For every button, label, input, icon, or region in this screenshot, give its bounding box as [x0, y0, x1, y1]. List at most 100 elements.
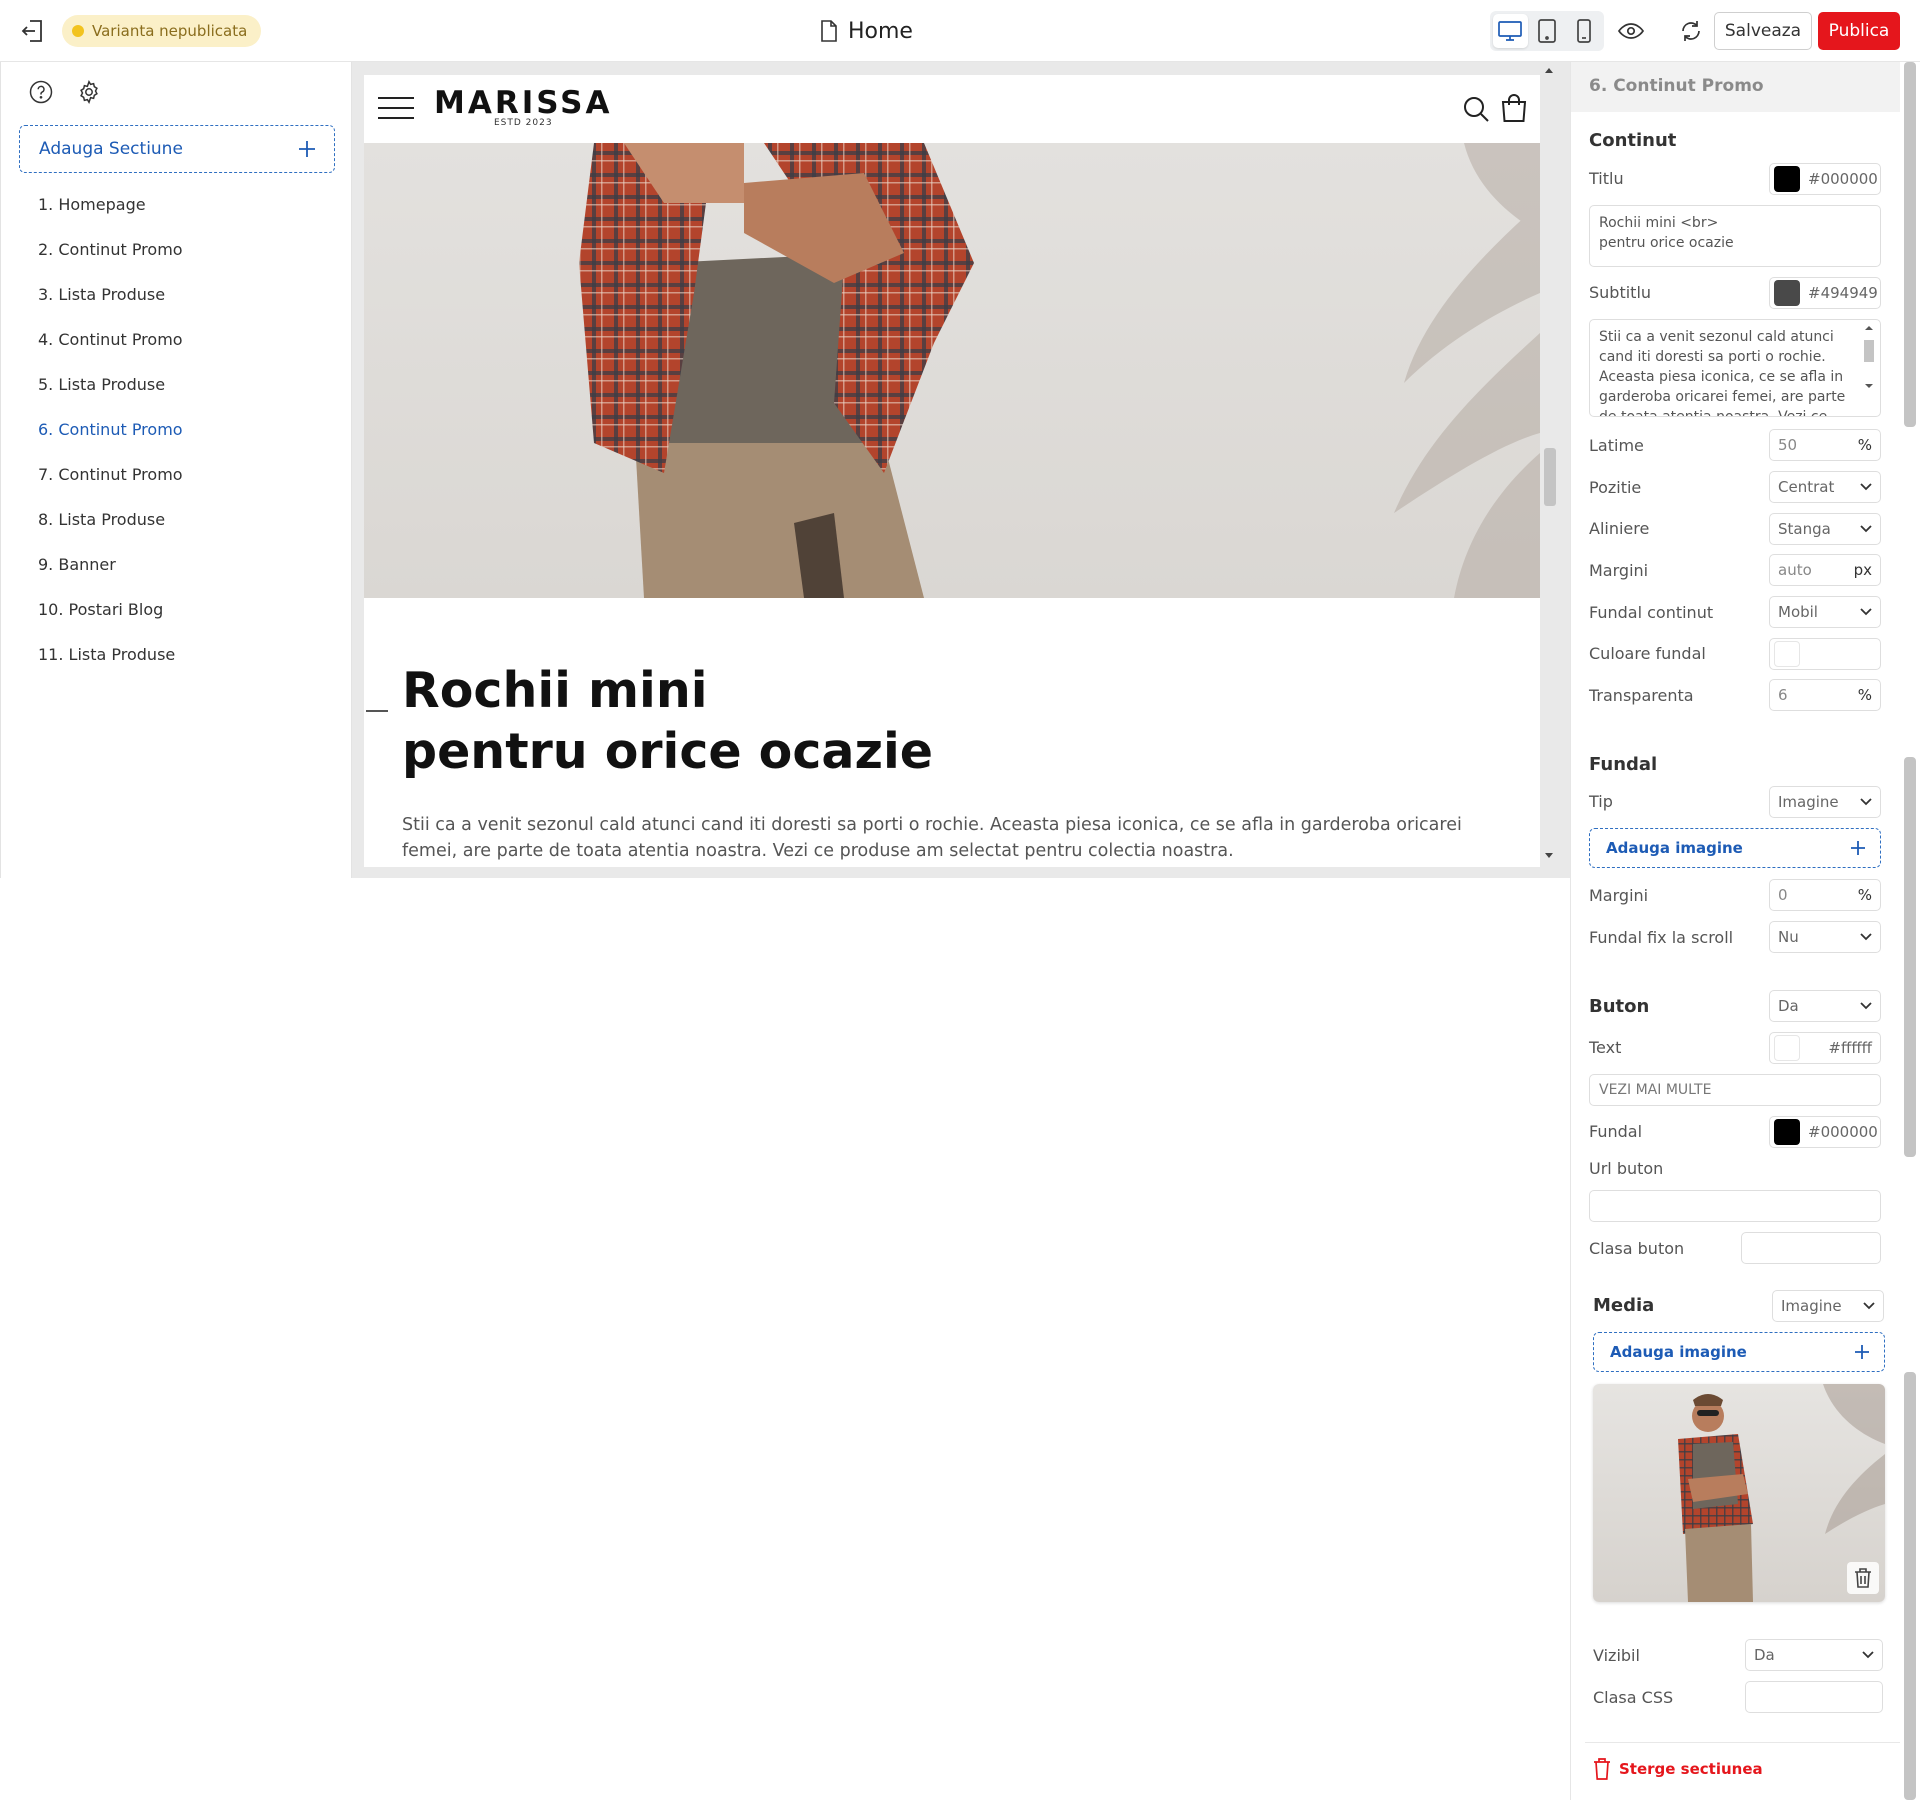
button-bg-color-value: #000000 — [1808, 1123, 1878, 1141]
bg-type-select[interactable]: Imagine — [1769, 786, 1881, 818]
plus-icon — [1851, 841, 1865, 855]
eye-icon — [1618, 23, 1644, 39]
status-badge: Varianta nepublicata — [62, 15, 262, 47]
bg-color-swatch — [1774, 641, 1800, 667]
site-preview[interactable]: MARISSA ESTD 2023 Rochii mini pentru ori… — [364, 75, 1540, 867]
subtitle-textarea-text: Stii ca a venit sezonul cald atunci cand… — [1599, 329, 1846, 417]
site-logo[interactable]: MARISSA ESTD 2023 — [434, 86, 613, 128]
sync-icon — [1682, 21, 1700, 41]
subtitle-textarea[interactable]: Stii ca a venit sezonul cald atunci cand… — [1589, 319, 1881, 417]
button-bg-color-picker[interactable]: #000000 — [1769, 1116, 1881, 1148]
save-button[interactable]: Salveaza — [1714, 12, 1812, 50]
editor-canvas: MARISSA ESTD 2023 Rochii mini pentru ori… — [352, 62, 1570, 878]
preview-button[interactable] — [1614, 14, 1648, 48]
gear-icon[interactable] — [75, 78, 103, 106]
logo-name: MARISSA — [434, 85, 613, 121]
desktop-view-button[interactable] — [1493, 14, 1528, 48]
button-text-input[interactable]: VEZI MAI MULTE — [1589, 1074, 1881, 1106]
status-dot — [72, 25, 84, 37]
visible-select[interactable]: Da — [1745, 1639, 1883, 1671]
panel-scrollbar[interactable] — [1900, 62, 1920, 1800]
margins-input[interactable]: auto px — [1769, 554, 1881, 586]
exit-icon[interactable] — [18, 16, 48, 46]
publish-button[interactable]: Publica — [1818, 12, 1900, 50]
transparency-unit: % — [1857, 686, 1872, 704]
document-icon — [821, 20, 837, 42]
button-enabled-value: Da — [1778, 997, 1799, 1015]
section-item[interactable]: 4. Continut Promo — [38, 317, 183, 362]
scroll-down-icon[interactable] — [1544, 852, 1554, 860]
panel-scroll-thumb[interactable] — [1904, 1372, 1916, 1800]
title-textarea[interactable]: Rochii mini <br> pentru orice ocazie — [1589, 205, 1881, 267]
remove-image-button[interactable] — [1847, 1562, 1879, 1594]
section-item[interactable]: 7. Continut Promo — [38, 452, 183, 497]
button-text-label: Text — [1589, 1038, 1622, 1057]
visible-value: Da — [1754, 1646, 1775, 1664]
mobile-view-button[interactable] — [1566, 14, 1601, 48]
section-item[interactable]: 11. Lista Produse — [38, 632, 183, 677]
add-section-button[interactable]: Adauga Sectiune — [19, 125, 335, 173]
section-item[interactable]: 3. Lista Produse — [38, 272, 183, 317]
button-class-input[interactable] — [1741, 1232, 1881, 1264]
bg-fixed-select[interactable]: Nu — [1769, 921, 1881, 953]
cart-icon[interactable] — [1500, 93, 1528, 123]
section-item[interactable]: 8. Lista Produse — [38, 497, 183, 542]
transparency-value: 6 — [1778, 686, 1788, 704]
top-bar: Varianta nepublicata Home Salveaza Publi… — [0, 0, 1920, 62]
content-bg-select[interactable]: Mobil — [1769, 596, 1881, 628]
media-add-image-button[interactable]: Adauga imagine — [1593, 1332, 1885, 1372]
page-title: Home — [848, 18, 913, 44]
canvas-scroll-thumb[interactable] — [1544, 448, 1556, 506]
position-select[interactable]: Centrat — [1769, 471, 1881, 503]
tablet-view-button[interactable] — [1530, 14, 1565, 48]
align-label: Aliniere — [1589, 519, 1650, 538]
button-class-label: Clasa buton — [1589, 1239, 1685, 1258]
section-item[interactable]: 9. Banner — [38, 542, 183, 587]
media-type-value: Imagine — [1781, 1297, 1842, 1315]
title-color-picker[interactable]: #000000 — [1769, 163, 1881, 195]
tablet-icon — [1538, 19, 1556, 43]
button-text-color-picker[interactable]: #ffffff — [1769, 1032, 1881, 1064]
media-type-select[interactable]: Imagine — [1772, 1290, 1884, 1322]
help-icon[interactable] — [27, 78, 55, 106]
button-enabled-select[interactable]: Da — [1769, 990, 1881, 1022]
transparency-input[interactable]: 6 % — [1769, 679, 1881, 711]
subtitle-color-value: #494949 — [1808, 284, 1878, 302]
section-item[interactable]: 1. Homepage — [38, 182, 183, 227]
search-icon[interactable] — [1462, 95, 1490, 123]
subtitle-color-picker[interactable]: #494949 — [1769, 277, 1881, 309]
width-input[interactable]: 50 % — [1769, 429, 1881, 461]
chevron-down-icon — [1860, 933, 1872, 941]
chevron-down-icon — [1860, 608, 1872, 616]
panel-scroll-thumb[interactable] — [1904, 62, 1916, 427]
sidebar-tools — [27, 78, 103, 106]
align-select[interactable]: Stanga — [1769, 513, 1881, 545]
promo-title[interactable]: Rochii mini pentru orice ocazie — [402, 660, 1302, 782]
section-item[interactable]: 2. Continut Promo — [38, 227, 183, 272]
section-item[interactable]: 10. Postari Blog — [38, 587, 183, 632]
section-item-active[interactable]: 6. Continut Promo — [38, 407, 183, 452]
plus-icon — [1855, 1345, 1869, 1359]
subtitle-textarea-scrollbar[interactable] — [1861, 322, 1877, 402]
section-item[interactable]: 5. Lista Produse — [38, 362, 183, 407]
model-photo — [579, 143, 1540, 598]
bg-add-image-button[interactable]: Adauga imagine — [1589, 828, 1881, 868]
sync-button[interactable] — [1674, 14, 1708, 48]
bg-margins-value: 0 — [1778, 886, 1788, 904]
delete-section-button[interactable]: Sterge sectiunea — [1593, 1758, 1763, 1780]
transparency-label: Transparenta — [1589, 686, 1694, 705]
bg-color-picker[interactable] — [1769, 638, 1881, 670]
menu-icon[interactable] — [378, 97, 414, 121]
media-thumbnail[interactable] — [1593, 1384, 1885, 1602]
button-url-input[interactable] — [1589, 1190, 1881, 1222]
bg-margins-input[interactable]: 0 % — [1769, 879, 1881, 911]
content-bg-value: Mobil — [1778, 603, 1818, 621]
page-title-area: Home — [820, 14, 913, 48]
css-class-input[interactable] — [1745, 1681, 1883, 1713]
canvas-scrollbar[interactable] — [1540, 62, 1558, 878]
promo-subtitle[interactable]: Stii ca a venit sezonul cald atunci cand… — [402, 812, 1482, 864]
scroll-up-icon[interactable] — [1544, 66, 1554, 74]
bg-margins-label: Margini — [1589, 886, 1649, 905]
panel-scroll-thumb[interactable] — [1904, 757, 1916, 1157]
bg-fixed-label: Fundal fix la scroll — [1589, 928, 1734, 947]
